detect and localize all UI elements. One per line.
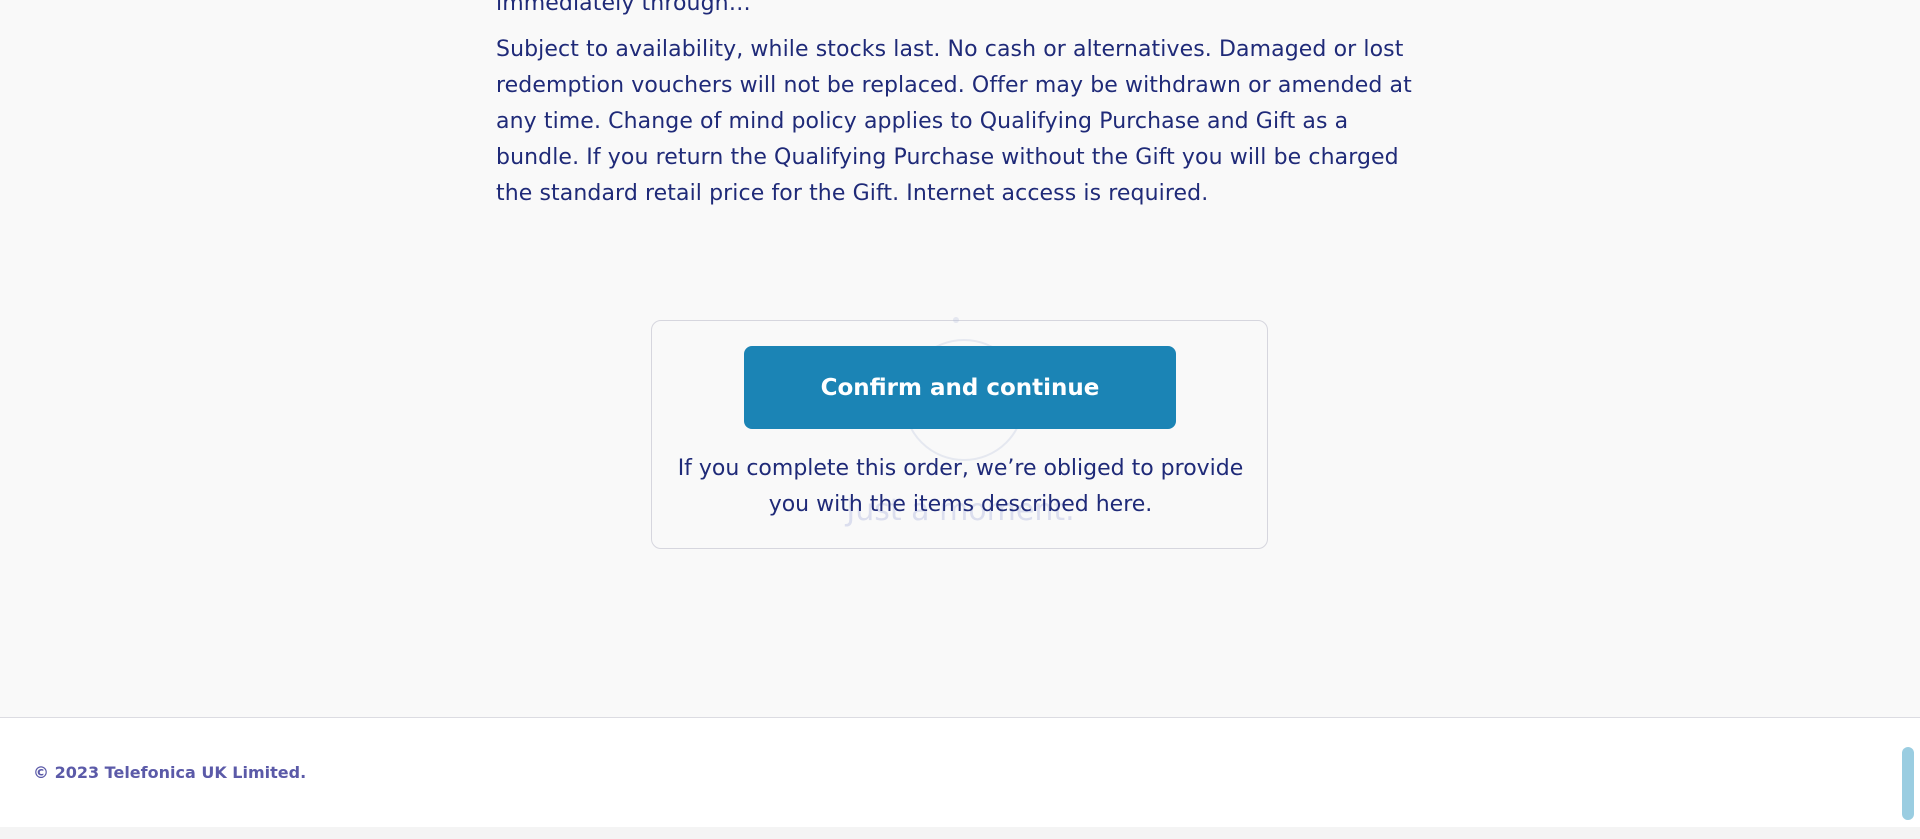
partially-visible-text: immediately through… [496,0,751,16]
confirm-card: Just a moment. Confirm and continue If y… [651,317,1268,549]
copyright-text: © 2023 Telefonica UK Limited. [33,763,307,782]
terms-paragraph: Subject to availability, while stocks la… [496,37,1412,206]
bottom-strip [0,827,1920,839]
page: immediately through… Subject to availabi… [0,0,1920,839]
confirm-and-continue-button[interactable]: Confirm and continue [744,346,1176,429]
loading-spinner-dot [953,317,959,323]
scrollbar-thumb[interactable] [1902,747,1914,820]
order-obligation-note: If you complete this order, we’re oblige… [677,456,1244,517]
footer: © 2023 Telefonica UK Limited. [0,717,1920,828]
